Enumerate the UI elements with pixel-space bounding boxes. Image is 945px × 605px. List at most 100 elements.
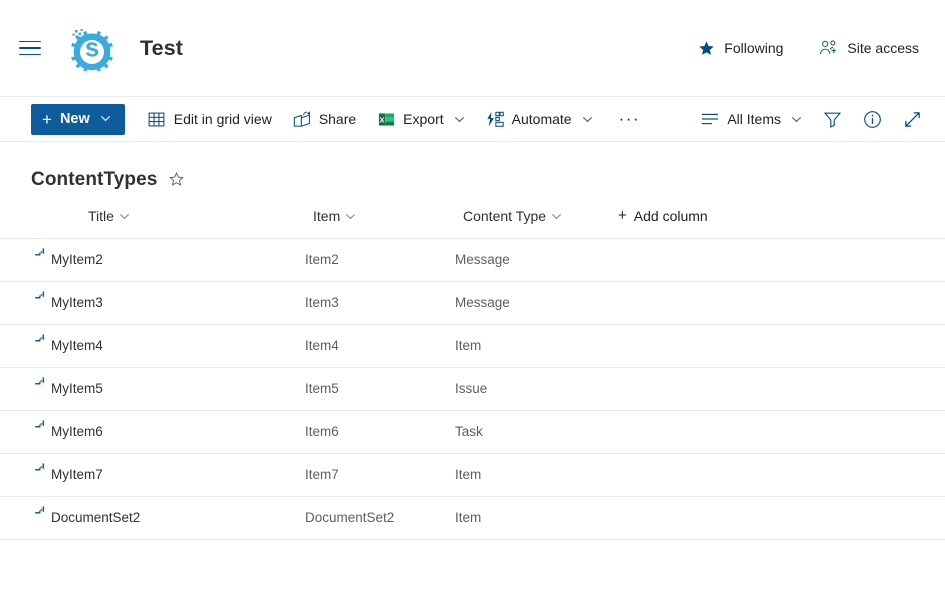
- cell-empty: [610, 237, 945, 281]
- cell-item: DocumentSet2: [305, 495, 455, 540]
- table-row[interactable]: MyItem6 Item6 Task: [0, 409, 945, 453]
- site-title: Test: [140, 35, 184, 60]
- site-header: Test Following Site access: [0, 0, 945, 97]
- svg-text:X: X: [379, 115, 384, 124]
- cell-empty: [610, 366, 945, 410]
- edit-in-grid-view-label: Edit in grid view: [173, 111, 272, 127]
- sharepoint-list-page: Test Following Site access + New Edit in…: [0, 0, 945, 605]
- overflow-menu-button[interactable]: ···: [605, 101, 654, 137]
- chevron-down-icon: [791, 111, 802, 127]
- chevron-down-icon: [119, 208, 130, 224]
- cell-title: MyItem4: [0, 323, 305, 367]
- table-body: MyItem2 Item2 Message MyItem3 Item3 Mess…: [0, 237, 945, 540]
- table-row[interactable]: MyItem7 Item7 Item: [0, 452, 945, 496]
- cell-item: Item2: [305, 237, 455, 281]
- cell-empty: [610, 280, 945, 324]
- loading-spinner-partial-icon: [33, 376, 49, 392]
- plus-icon: +: [42, 109, 52, 129]
- list-view-icon: [701, 110, 719, 128]
- list-title-row: ContentTypes: [0, 142, 945, 196]
- cell-content-type: Message: [455, 237, 610, 281]
- add-column-label: Add column: [633, 207, 708, 224]
- cell-item: Item6: [305, 409, 455, 453]
- table-row[interactable]: MyItem3 Item3 Message: [0, 280, 945, 324]
- automate-button[interactable]: Automate: [477, 101, 602, 137]
- share-label: Share: [318, 111, 357, 127]
- cell-item: Item7: [305, 452, 455, 496]
- column-header-title[interactable]: Title: [0, 196, 305, 238]
- star-outline-icon[interactable]: [168, 171, 185, 188]
- loading-spinner-partial-icon: [33, 462, 49, 478]
- hamburger-menu-icon[interactable]: [14, 32, 46, 64]
- cell-content-type: Issue: [455, 366, 610, 410]
- cell-item: Item4: [305, 323, 455, 367]
- loading-spinner-partial-icon: [33, 333, 49, 349]
- loading-spinner-partial-icon: [33, 290, 49, 306]
- column-header-content-type[interactable]: Content Type: [455, 196, 610, 238]
- command-bar-right-group: All Items: [692, 101, 931, 137]
- export-button[interactable]: X Export: [368, 101, 473, 137]
- row-title-link[interactable]: MyItem6: [51, 424, 103, 439]
- following-button[interactable]: Following: [690, 34, 791, 63]
- filter-funnel-icon[interactable]: [813, 101, 851, 137]
- table-row[interactable]: MyItem2 Item2 Message: [0, 237, 945, 281]
- table-header: Title Item Content Type + Add column: [0, 196, 945, 238]
- add-column-button[interactable]: + Add column: [618, 208, 708, 224]
- row-title-link[interactable]: DocumentSet2: [51, 510, 140, 525]
- following-label: Following: [724, 40, 784, 56]
- export-label: Export: [403, 111, 444, 127]
- edit-in-grid-view-button[interactable]: Edit in grid view: [139, 101, 281, 137]
- column-header-content-type-label: Content Type: [463, 207, 547, 224]
- row-title-link[interactable]: MyItem2: [51, 252, 103, 267]
- row-title-link[interactable]: MyItem4: [51, 338, 103, 353]
- list-area: Title Item Content Type + Add column MyI…: [0, 196, 945, 540]
- row-title-link[interactable]: MyItem3: [51, 295, 103, 310]
- row-title-link[interactable]: MyItem7: [51, 467, 103, 482]
- excel-icon: X: [377, 110, 395, 128]
- command-bar-left-group: Edit in grid view Share X Export Automat…: [139, 101, 654, 137]
- column-header-title-label: Title: [88, 207, 114, 224]
- cell-content-type: Item: [455, 323, 610, 367]
- chevron-down-icon: [582, 111, 593, 127]
- cell-content-type: Message: [455, 280, 610, 324]
- view-selector-button[interactable]: All Items: [692, 101, 811, 137]
- cell-title: MyItem7: [0, 452, 305, 496]
- loading-spinner-partial-icon: [33, 505, 49, 521]
- cell-title: DocumentSet2: [0, 495, 305, 540]
- site-access-button[interactable]: Site access: [811, 33, 927, 63]
- cell-item: Item3: [305, 280, 455, 324]
- page-title: ContentTypes: [31, 168, 158, 190]
- info-circle-icon[interactable]: [853, 101, 891, 137]
- add-column-header[interactable]: + Add column: [610, 196, 945, 238]
- table-row[interactable]: MyItem4 Item4 Item: [0, 323, 945, 367]
- row-title-link[interactable]: MyItem5: [51, 381, 103, 396]
- loading-spinner-partial-icon: [33, 247, 49, 263]
- cell-content-type: Item: [455, 452, 610, 496]
- view-selector-label: All Items: [727, 111, 781, 127]
- share-button[interactable]: Share: [284, 101, 365, 137]
- people-add-icon: [819, 39, 838, 57]
- cell-empty: [610, 409, 945, 453]
- table-row[interactable]: MyItem5 Item5 Issue: [0, 366, 945, 410]
- automate-flow-icon: [486, 110, 504, 128]
- cell-title: MyItem2: [0, 237, 305, 281]
- new-button-label: New: [59, 111, 90, 127]
- new-button[interactable]: + New: [31, 103, 125, 135]
- list-table: Title Item Content Type + Add column MyI…: [0, 196, 945, 540]
- command-bar: + New Edit in grid view Share X Export A…: [0, 97, 945, 142]
- column-header-item[interactable]: Item: [305, 196, 455, 238]
- cell-title: MyItem5: [0, 366, 305, 410]
- share-icon: [293, 110, 311, 128]
- table-row[interactable]: DocumentSet2 DocumentSet2 Item: [0, 495, 945, 540]
- table-header-row: Title Item Content Type + Add column: [0, 196, 945, 238]
- cell-content-type: Item: [455, 495, 610, 540]
- automate-label: Automate: [511, 111, 572, 127]
- cell-item: Item5: [305, 366, 455, 410]
- site-access-label: Site access: [847, 40, 919, 56]
- expand-diagonal-icon[interactable]: [893, 101, 931, 137]
- chevron-down-icon: [345, 208, 356, 224]
- plus-icon: +: [618, 207, 627, 225]
- hamburger-line: [19, 40, 41, 43]
- site-gear-logo-icon[interactable]: [68, 24, 116, 72]
- cell-title: MyItem6: [0, 409, 305, 453]
